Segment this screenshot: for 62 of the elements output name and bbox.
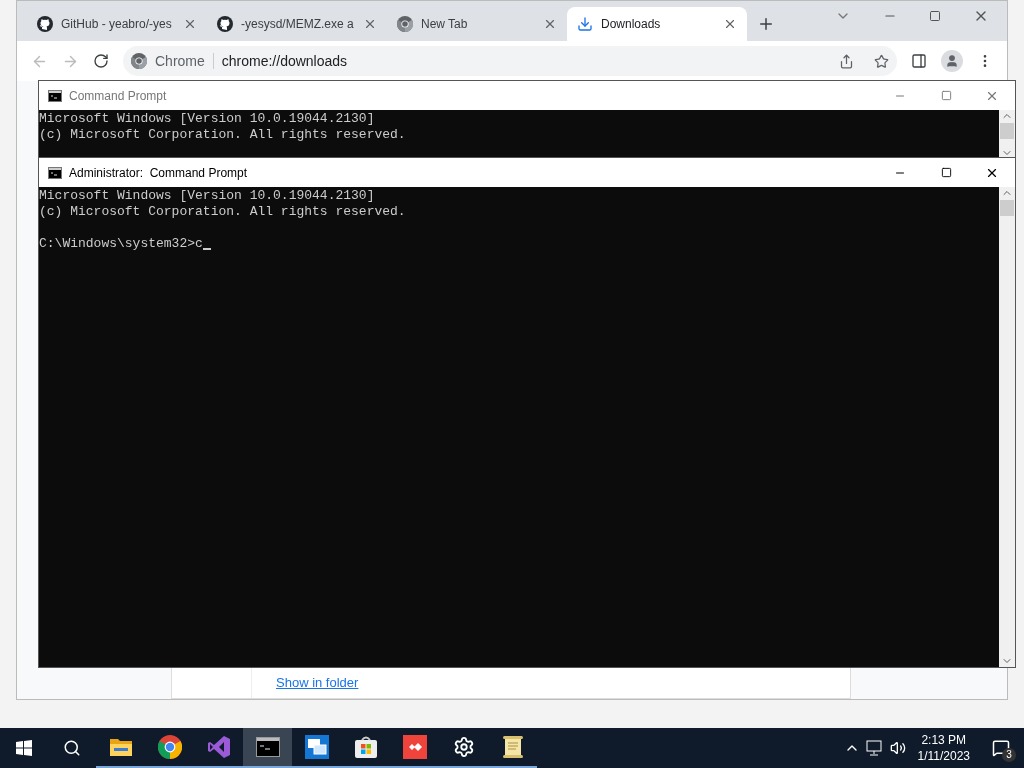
clock[interactable]: 2:13 PM 1/11/2023 bbox=[909, 732, 978, 764]
notification-count: 3 bbox=[1002, 748, 1016, 762]
scroll-icon bbox=[501, 735, 524, 759]
volume-icon[interactable] bbox=[889, 740, 906, 756]
console-line: Microsoft Windows [Version 10.0.19044.2130] bbox=[39, 188, 376, 204]
shopping-bag-icon bbox=[353, 735, 378, 759]
browser-tab[interactable]: -yesysd/MEMZ.exe a bbox=[207, 7, 387, 41]
tab-title: Downloads bbox=[601, 16, 662, 33]
settings-icon bbox=[452, 736, 475, 758]
console-icon bbox=[255, 737, 280, 757]
profile-avatar[interactable] bbox=[941, 50, 963, 72]
chrome-icon bbox=[131, 53, 147, 69]
console-icon bbox=[48, 166, 62, 179]
speech-bubble-icon bbox=[992, 739, 1010, 757]
address-bar[interactable]: Chrome chrome://downloads bbox=[123, 46, 897, 76]
console-icon bbox=[48, 89, 62, 102]
notification-button[interactable]: 3 bbox=[978, 728, 1024, 768]
windows-logo-icon bbox=[16, 740, 32, 756]
chrome-icon bbox=[157, 735, 182, 759]
download-icon bbox=[577, 16, 593, 32]
browser-tab[interactable]: Downloads bbox=[567, 7, 747, 41]
console-line: (c) Microsoft Corporation. All rights reserved. bbox=[39, 204, 407, 220]
clock-time: 2:13 PM bbox=[921, 732, 967, 748]
maximize-icon bbox=[940, 167, 952, 178]
bookmark-star-icon[interactable] bbox=[874, 53, 889, 69]
site-label: Chrome bbox=[155, 51, 205, 71]
scrollbar-thumb[interactable] bbox=[1000, 123, 1014, 139]
console-line: Microsoft Windows [Version 10.0.19044.2130] bbox=[39, 111, 376, 127]
clock-date: 1/11/2023 bbox=[917, 748, 970, 764]
browser-tab[interactable]: GitHub - yeabro/-yes bbox=[27, 7, 207, 41]
network-icon[interactable] bbox=[865, 740, 884, 756]
diamond-arrows-icon bbox=[402, 735, 427, 759]
console-line: (c) Microsoft Corporation. All rights reserved. bbox=[39, 127, 407, 143]
maximize-icon bbox=[940, 90, 952, 101]
github-icon bbox=[217, 16, 233, 32]
window-title: Administrator: Command Prompt bbox=[69, 164, 248, 182]
close-icon[interactable] bbox=[183, 17, 197, 31]
search-icon bbox=[63, 739, 81, 757]
maximize-icon[interactable] bbox=[929, 10, 941, 22]
tab-title: GitHub - yeabro/-yes bbox=[61, 16, 173, 33]
close-icon[interactable] bbox=[543, 17, 557, 31]
close-icon[interactable] bbox=[363, 17, 377, 31]
new-tab-icon[interactable] bbox=[757, 15, 775, 33]
show-in-folder-link[interactable]: Show in folder bbox=[276, 672, 359, 692]
monitors-icon bbox=[304, 735, 329, 759]
infinity-logo-icon bbox=[206, 735, 231, 759]
share-icon[interactable] bbox=[839, 53, 854, 69]
tab-title: New Tab bbox=[421, 16, 469, 33]
folder-icon bbox=[108, 736, 133, 758]
taskbar-app[interactable] bbox=[243, 728, 292, 768]
close-icon[interactable] bbox=[723, 17, 737, 31]
browser-tab[interactable]: New Tab bbox=[387, 7, 567, 41]
text-cursor bbox=[202, 248, 211, 250]
window-title: Command Prompt bbox=[69, 87, 167, 105]
chrome-icon bbox=[397, 16, 413, 32]
reload-icon[interactable] bbox=[93, 53, 109, 69]
url-text: chrome://downloads bbox=[221, 51, 348, 71]
console-prompt: C:\Windows\system32>c bbox=[39, 236, 203, 252]
scrollbar-thumb[interactable] bbox=[1000, 200, 1014, 216]
github-icon bbox=[37, 16, 53, 32]
side-panel-icon[interactable] bbox=[911, 53, 927, 69]
tab-title: -yesysd/MEMZ.exe a bbox=[241, 16, 355, 33]
